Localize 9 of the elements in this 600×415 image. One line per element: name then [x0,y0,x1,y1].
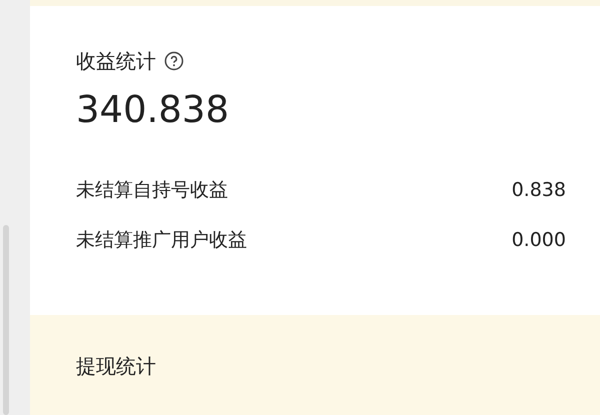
row-value: 0.000 [512,228,566,252]
row-value: 0.838 [512,178,566,202]
section-title: 收益统计 [76,48,156,75]
scrollbar[interactable] [3,225,9,415]
row-label: 未结算推广用户收益 [76,228,247,252]
help-icon[interactable] [164,51,184,71]
total-amount: 340.838 [76,87,230,133]
section-title: 提现统计 [76,353,157,380]
row-label: 未结算自持号收益 [76,178,228,202]
